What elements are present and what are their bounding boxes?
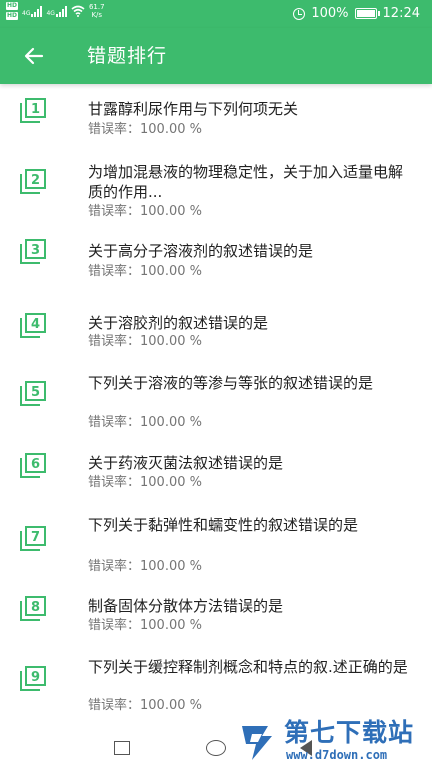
signal2-label: 4G (46, 10, 55, 17)
number-badge-icon: 9 (20, 666, 46, 691)
site-logo (242, 726, 272, 760)
sim1-badge: HD (6, 2, 19, 10)
circle-icon[interactable] (206, 740, 226, 756)
item-error-rate: 错误率：100.00 % (88, 475, 202, 490)
number-badge-icon: 8 (20, 596, 46, 621)
item-error-rate: 错误率：100.00 % (88, 698, 202, 713)
list-item[interactable]: 1 甘露醇利尿作用与下列何项无关 错误率：100.00 % (0, 84, 432, 154)
wifi-icon (71, 5, 85, 17)
square-icon[interactable] (114, 741, 130, 755)
watermark: 第七下载站 www.d7down.com (232, 714, 432, 768)
list-item[interactable]: 4 关于溶胶剂的叙述错误的是 错误率：100.00 % (0, 298, 432, 368)
list-item[interactable]: 5 下列关于溶液的等渗与等张的叙述错误的是 错误率：100.00 % (0, 368, 432, 440)
item-number: 6 (31, 457, 40, 472)
back-button[interactable] (18, 40, 50, 72)
item-title: 关于高分子溶液剂的叙述错误的是 (88, 242, 314, 260)
signal1-label: 4G (22, 10, 31, 17)
item-number: 9 (31, 670, 40, 685)
item-number: 4 (31, 317, 40, 332)
item-number: 8 (31, 600, 40, 615)
alarm-icon (293, 7, 306, 20)
number-badge-icon: 1 (20, 98, 46, 123)
page-title: 错题排行 (87, 45, 168, 67)
item-error-rate: 错误率：100.00 % (88, 334, 202, 349)
item-error-rate: 错误率：100.00 % (88, 204, 202, 219)
item-error-rate: 错误率：100.00 % (88, 559, 202, 574)
item-number: 2 (31, 173, 40, 188)
number-badge-icon: 2 (20, 169, 46, 194)
status-bar: HD HD 4G 4G 61.7 K/s 100% 12:24 (0, 0, 432, 28)
watermark-title: 第七下载站 (284, 718, 415, 747)
item-error-rate: 错误率：100.00 % (88, 618, 202, 633)
item-error-rate: 错误率：100.00 % (88, 415, 202, 430)
arrow-left-icon (24, 47, 44, 65)
item-number: 7 (31, 530, 40, 545)
status-right: 100% 12:24 (293, 6, 420, 21)
number-badge-icon: 5 (20, 381, 46, 406)
item-title: 为增加混悬液的物理稳定性，关于加入适量电解质的作用... (88, 163, 404, 201)
signal2-icon: 4G (46, 5, 67, 17)
item-title: 关于药液灭菌法叙述错误的是 (88, 454, 284, 472)
item-title: 下列关于缓控释制剂概念和特点的叙.述正确的是 (88, 658, 408, 676)
item-number: 5 (31, 385, 40, 400)
item-title: 关于溶胶剂的叙述错误的是 (88, 314, 269, 332)
sim-indicators: HD HD (6, 2, 19, 20)
item-title: 制备固体分散体方法错误的是 (88, 597, 284, 615)
item-error-rate: 错误率：100.00 % (88, 264, 202, 279)
number-badge-icon: 4 (20, 313, 46, 338)
number-badge-icon: 7 (20, 526, 46, 551)
list-item[interactable]: 3 关于高分子溶液剂的叙述错误的是 错误率：100.00 % (0, 226, 432, 298)
number-badge-icon: 6 (20, 453, 46, 478)
item-number: 1 (31, 102, 40, 117)
number-badge-icon: 3 (20, 239, 46, 264)
battery-icon (354, 8, 380, 19)
sim2-badge: HD (6, 12, 19, 20)
item-number: 3 (31, 243, 40, 258)
speed-unit: K/s (91, 11, 103, 19)
item-error-rate: 错误率：100.00 % (88, 122, 202, 137)
list-item[interactable]: 7 下列关于黏弹性和蠕变性的叙述错误的是 错误率：100.00 % (0, 512, 432, 584)
status-left: HD HD 4G 4G 61.7 K/s (6, 2, 105, 20)
item-title: 甘露醇利尿作用与下列何项无关 (88, 100, 299, 118)
signal1-icon: 4G (22, 5, 43, 17)
network-speed: 61.7 K/s (89, 3, 105, 19)
clock: 12:24 (382, 6, 420, 21)
watermark-url: www.d7down.com (286, 748, 388, 762)
item-title: 下列关于黏弹性和蠕变性的叙述错误的是 (88, 516, 359, 534)
list-item[interactable]: 8 制备固体分散体方法错误的是 错误率：100.00 % (0, 584, 432, 654)
item-title: 下列关于溶液的等渗与等张的叙述错误的是 (88, 374, 374, 392)
list-item[interactable]: 2 为增加混悬液的物理稳定性，关于加入适量电解质的作用... 错误率：100.0… (0, 154, 432, 226)
battery-percent: 100% (311, 6, 349, 21)
speed-value: 61.7 (88, 3, 105, 11)
app-bar: 错题排行 (0, 28, 432, 84)
list-item[interactable]: 6 关于药液灭菌法叙述错误的是 错误率：100.00 % (0, 440, 432, 512)
